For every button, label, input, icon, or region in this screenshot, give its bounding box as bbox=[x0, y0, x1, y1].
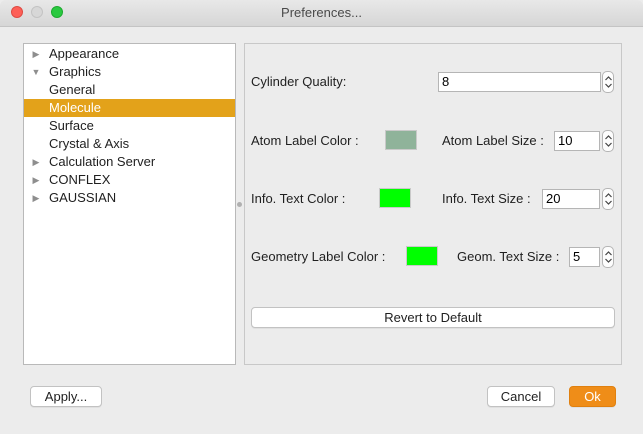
stepper-arrows-icon bbox=[605, 251, 612, 263]
tree-item-label: Graphics bbox=[49, 64, 102, 79]
atom-label-color-swatch[interactable] bbox=[385, 130, 417, 150]
cylinder-quality-input[interactable]: 8 bbox=[438, 72, 601, 92]
ok-button[interactable]: Ok bbox=[569, 386, 616, 407]
tree-item-label: GAUSSIAN bbox=[49, 190, 117, 205]
disclosure-collapsed-icon[interactable]: ▶ bbox=[30, 45, 42, 63]
cylinder-quality-spinbox[interactable]: 8 bbox=[438, 71, 614, 93]
cylinder-quality-stepper[interactable] bbox=[602, 71, 614, 93]
atom-label-size-stepper[interactable] bbox=[602, 130, 614, 152]
tree-item-label: Crystal & Axis bbox=[49, 136, 130, 151]
cancel-button[interactable]: Cancel bbox=[487, 386, 555, 407]
info-text-size-input[interactable]: 20 bbox=[542, 189, 600, 209]
revert-to-default-button[interactable]: Revert to Default bbox=[251, 307, 615, 328]
tree-item-appearance[interactable]: ▶ Appearance bbox=[24, 45, 235, 63]
tree-item-label: Calculation Server bbox=[49, 154, 156, 169]
tree-item-label: Surface bbox=[49, 118, 94, 133]
tree-item-label: Appearance bbox=[49, 46, 120, 61]
tree-item-graphics[interactable]: ▼ Graphics bbox=[24, 63, 235, 81]
molecule-settings-panel: Cylinder Quality: 8 Atom Label Color : A… bbox=[244, 43, 622, 365]
splitter-handle[interactable] bbox=[237, 202, 242, 207]
tree-item-label: CONFLEX bbox=[49, 172, 111, 187]
disclosure-collapsed-icon[interactable]: ▶ bbox=[30, 189, 42, 207]
preferences-window: Preferences... ▶ Appearance ▼ Graphics G… bbox=[0, 0, 643, 434]
apply-button[interactable]: Apply... bbox=[30, 386, 102, 407]
atom-label-color-label: Atom Label Color : bbox=[251, 133, 359, 148]
disclosure-collapsed-icon[interactable]: ▶ bbox=[30, 153, 42, 171]
info-text-size-spinbox[interactable]: 20 bbox=[542, 188, 614, 210]
tree-item-gaussian[interactable]: ▶ GAUSSIAN bbox=[24, 189, 235, 207]
preferences-tree: ▶ Appearance ▼ Graphics General Molecule… bbox=[23, 43, 236, 365]
atom-label-size-label: Atom Label Size : bbox=[442, 133, 544, 148]
tree-item-molecule[interactable]: Molecule bbox=[24, 99, 235, 117]
title-bar: Preferences... bbox=[0, 0, 643, 27]
geom-text-size-spinbox[interactable]: 5 bbox=[569, 246, 614, 268]
info-text-size-label: Info. Text Size : bbox=[442, 191, 531, 206]
stepper-arrows-icon bbox=[605, 76, 612, 88]
geom-text-size-stepper[interactable] bbox=[602, 246, 614, 268]
geom-text-size-label: Geom. Text Size : bbox=[457, 249, 560, 264]
tree-item-conflex[interactable]: ▶ CONFLEX bbox=[24, 171, 235, 189]
geom-text-size-input[interactable]: 5 bbox=[569, 247, 600, 267]
disclosure-expanded-icon[interactable]: ▼ bbox=[30, 63, 42, 81]
stepper-arrows-icon bbox=[605, 135, 612, 147]
atom-label-size-spinbox[interactable]: 10 bbox=[554, 130, 614, 152]
geometry-label-color-swatch[interactable] bbox=[406, 246, 438, 266]
tree-item-crystal-axis[interactable]: Crystal & Axis bbox=[24, 135, 235, 153]
disclosure-collapsed-icon[interactable]: ▶ bbox=[30, 171, 42, 189]
cylinder-quality-label: Cylinder Quality: bbox=[251, 74, 347, 89]
window-title: Preferences... bbox=[281, 5, 362, 20]
info-text-color-label: Info. Text Color : bbox=[251, 191, 346, 206]
stepper-arrows-icon bbox=[605, 193, 612, 205]
tree-item-label: General bbox=[49, 82, 96, 97]
geometry-label-color-label: Geometry Label Color : bbox=[251, 249, 386, 264]
tree-item-surface[interactable]: Surface bbox=[24, 117, 235, 135]
atom-label-size-input[interactable]: 10 bbox=[554, 131, 600, 151]
tree-item-calculation-server[interactable]: ▶ Calculation Server bbox=[24, 153, 235, 171]
info-text-size-stepper[interactable] bbox=[602, 188, 614, 210]
info-text-color-swatch[interactable] bbox=[379, 188, 411, 208]
tree-item-label: Molecule bbox=[49, 100, 102, 115]
tree-item-general[interactable]: General bbox=[24, 81, 235, 99]
